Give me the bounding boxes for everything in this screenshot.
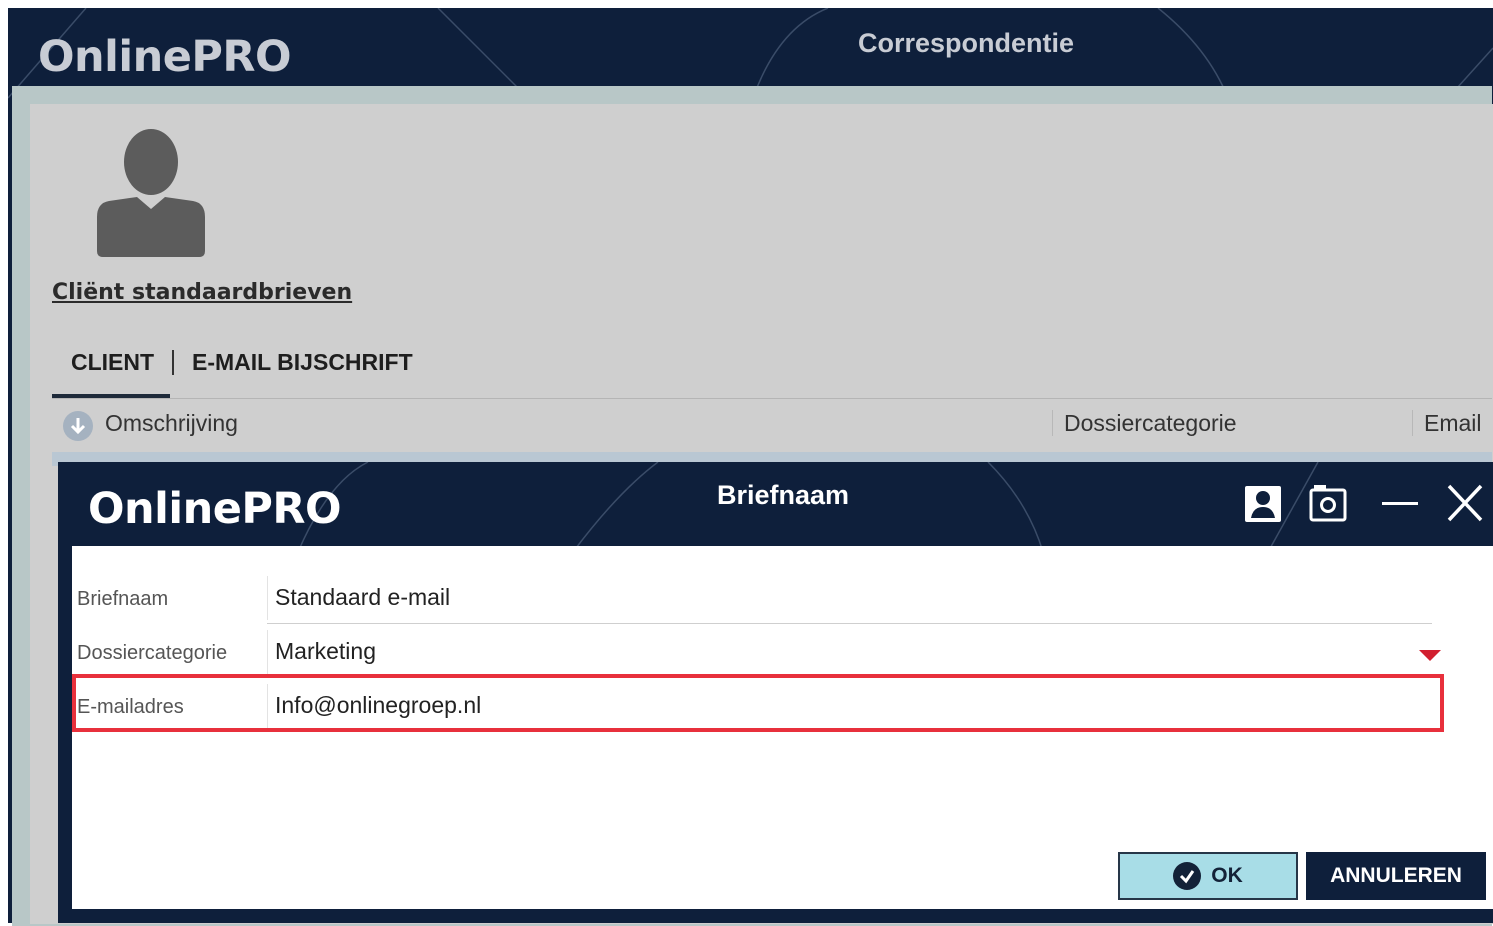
briefnaam-label: Briefnaam [77,588,169,610]
client-avatar-icon [97,129,205,257]
cancel-button-label: ANNULEREN [1330,864,1462,887]
client-standard-letters-link[interactable]: Cliënt standaardbrieven [52,280,352,305]
app-logo: OnlinePRO [38,32,292,82]
field-divider [267,630,268,674]
column-divider [1412,410,1413,436]
cancel-button[interactable]: ANNULEREN [1306,852,1486,900]
column-header-email[interactable]: Email [1424,410,1482,437]
dialog-title: Briefnaam [717,480,850,510]
ok-button-label: OK [1211,864,1243,887]
tab-client[interactable]: CLIENT [71,346,154,378]
active-tab-indicator [52,394,170,398]
checkmark-icon [1173,862,1202,890]
close-icon[interactable] [1443,480,1487,526]
briefnaam-input[interactable]: Standaard e-mail [275,584,450,611]
minimize-icon[interactable] [1378,480,1422,526]
dropdown-arrow-icon[interactable] [1419,650,1441,661]
form-row-briefnaam: Briefnaam Standaard e-mail [72,570,1432,624]
dossiercategorie-label: Dossiercategorie [77,642,228,664]
column-header-omschrijving[interactable]: Omschrijving [105,410,238,437]
sort-down-icon[interactable] [63,411,93,441]
user-icon[interactable] [1241,480,1285,526]
app-title: Correspondentie [858,28,1075,58]
column-header-dossiercategorie[interactable]: Dossiercategorie [1064,410,1237,437]
dialog-logo: OnlinePRO [88,484,342,534]
briefnaam-dialog: OnlinePRO Briefnaam Briefnaam Standaard … [58,462,1493,923]
dialog-body: Briefnaam Standaard e-mail Dossiercatego… [72,546,1493,909]
dossiercategorie-select[interactable]: Marketing [275,638,376,665]
form-row-dossiercategorie: Dossiercategorie Marketing [72,624,1432,678]
ok-button[interactable]: OK [1118,852,1298,900]
highlight-box [72,674,1444,732]
grid-header: Omschrijving Dossiercategorie Email [52,402,1492,446]
column-divider [1052,410,1053,436]
screenshot-icon[interactable] [1306,480,1350,526]
tab-separator [172,350,174,375]
tab-email-caption[interactable]: E-MAIL BIJSCHRIFT [192,346,413,378]
tab-bar: CLIENT E-MAIL BIJSCHRIFT [52,346,1492,399]
field-divider [267,576,268,620]
